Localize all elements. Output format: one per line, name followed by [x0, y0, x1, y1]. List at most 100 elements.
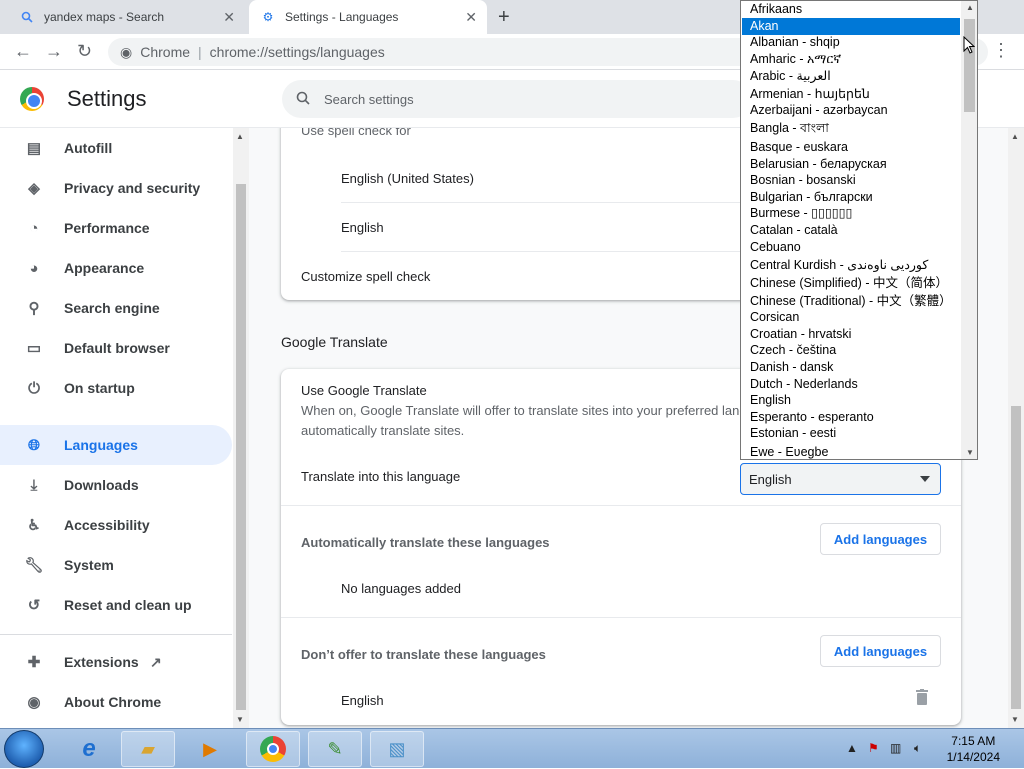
tab-title: Settings - Languages	[285, 10, 399, 24]
chrome-icon: ◉	[120, 43, 133, 60]
sidebar-item-performance[interactable]: ◔ Performance	[0, 208, 232, 248]
scroll-up-icon[interactable]: ▲	[966, 3, 974, 12]
trash-icon[interactable]	[916, 689, 928, 705]
dropdown-option[interactable]: Corsican	[742, 309, 960, 326]
system-tray: ▲ ⚑ ▥ 🔈︎ 7:15 AM 1/14/2024	[840, 729, 1024, 769]
sidebar-item-downloads[interactable]: ⤓ Downloads	[0, 465, 232, 505]
scroll-down-icon[interactable]: ▼	[236, 715, 244, 724]
divider	[341, 202, 741, 203]
dropdown-option[interactable]: Akan	[742, 18, 960, 35]
dropdown-option[interactable]: Central Kurdish - کوردیی ناوەندی	[742, 257, 960, 274]
dropdown-option[interactable]: Esperanto - esperanto	[742, 409, 960, 426]
menu-icon[interactable]: ⋮	[992, 40, 1010, 61]
dropdown-option[interactable]: Chinese (Traditional) - 中文（繁體）	[742, 293, 960, 310]
sidebar-item-privacy[interactable]: ◈ Privacy and security	[0, 168, 232, 208]
search-icon: ⚲	[28, 300, 40, 317]
sidebar-item-label: Accessibility	[64, 517, 150, 533]
scrollbar-thumb[interactable]	[236, 184, 246, 710]
dropdown-option[interactable]: Danish - dansk	[742, 359, 960, 376]
add-languages-button[interactable]: Add languages	[820, 635, 941, 667]
action-center-icon[interactable]: ⚑	[868, 741, 879, 755]
dropdown-option[interactable]: Bulgarian - български	[742, 189, 960, 206]
page-title: Settings	[67, 86, 147, 111]
dropdown-option[interactable]: English	[742, 392, 960, 409]
dropdown-option[interactable]: Basque - euskara	[742, 139, 960, 156]
sidebar-item-label: Performance	[64, 220, 150, 236]
customize-spellcheck-link[interactable]: Customize spell check	[301, 269, 430, 284]
sidebar-item-autofill[interactable]: ▤ Autofill	[0, 128, 232, 168]
new-tab-button[interactable]: +	[498, 6, 510, 29]
scroll-up-icon[interactable]: ▲	[236, 132, 244, 141]
sidebar-item-reset[interactable]: ↺ Reset and clean up	[0, 585, 232, 625]
gear-icon: ⚙	[262, 10, 274, 24]
dont-offer-label: Don’t offer to translate these languages	[301, 647, 546, 662]
sidebar-item-label: Search engine	[64, 300, 160, 316]
dropdown-option[interactable]: Bangla - বাংলা	[742, 120, 960, 137]
scroll-down-icon[interactable]: ▼	[1011, 715, 1019, 724]
dropdown-option[interactable]: Catalan - català	[742, 222, 960, 239]
dropdown-option[interactable]: Belarusian - беларуская	[742, 156, 960, 173]
spellcheck-language: English (United States)	[341, 171, 474, 186]
sidebar-divider	[0, 634, 232, 635]
sidebar-item-appearance[interactable]: ◕ Appearance	[0, 248, 232, 288]
clock[interactable]: 7:15 AM 1/14/2024	[947, 733, 1000, 765]
dropdown-option[interactable]: Estonian - eesti	[742, 425, 960, 442]
sidebar-item-default-browser[interactable]: ▭ Default browser	[0, 328, 232, 368]
media-player-icon[interactable]: ▶	[183, 731, 237, 767]
dropdown-option[interactable]: Chinese (Simplified) - 中文（简体）	[742, 275, 960, 292]
sidebar-item-languages[interactable]: 🌐︎ Languages	[0, 425, 232, 465]
dropdown-option[interactable]: Albanian - shqip	[742, 34, 960, 51]
scroll-up-icon[interactable]: ▲	[1011, 132, 1019, 141]
sidebar-item-accessibility[interactable]: ♿︎ Accessibility	[0, 505, 232, 545]
dropdown-option[interactable]: Bosnian - bosanski	[742, 172, 960, 189]
sidebar-item-on-startup[interactable]: ⏻ On startup	[0, 368, 232, 408]
dropdown-option[interactable]: Cebuano	[742, 239, 960, 256]
dropdown-option[interactable]: Amharic - አማርኛ	[742, 51, 960, 68]
close-icon[interactable]: ✕	[465, 9, 477, 26]
add-languages-button[interactable]: Add languages	[820, 523, 941, 555]
windows-taskbar: e ▰ ▶ ✎ ▧ ▲ ⚑ ▥ 🔈︎ 7:15 AM 1/14/2024	[0, 728, 1024, 768]
tab-yandex-search[interactable]: yandex maps - Search ✕	[8, 0, 245, 34]
sidebar-item-about-chrome[interactable]: ◉ About Chrome	[0, 682, 232, 722]
back-icon[interactable]: ←	[14, 41, 32, 62]
dropdown-scrollbar[interactable]: ▲ ▼	[961, 1, 977, 459]
tab-settings-languages[interactable]: ⚙ Settings - Languages ✕	[249, 0, 487, 34]
dropdown-option[interactable]: Azerbaijani - azərbaycan	[742, 102, 960, 119]
reload-icon[interactable]: ↻	[77, 41, 92, 62]
main-scrollbar[interactable]: ▲ ▼	[1008, 128, 1024, 728]
clock-date: 1/14/2024	[946, 750, 1000, 764]
start-button[interactable]	[4, 730, 44, 768]
sidebar-item-extensions[interactable]: ✚ Extensions ↗	[0, 642, 232, 682]
dont-offer-language: English	[341, 693, 384, 708]
dropdown-option[interactable]: Ewe - Eʋegbe	[742, 444, 960, 459]
forward-icon[interactable]: →	[45, 41, 63, 62]
sidebar-item-search-engine[interactable]: ⚲ Search engine	[0, 288, 232, 328]
browser-icon: ▭	[26, 340, 42, 357]
sidebar-scrollbar[interactable]: ▲ ▼	[233, 128, 249, 728]
language-dropdown-list[interactable]: Afrikaans Akan Albanian - shqip Amharic - አ…	[740, 0, 978, 460]
dropdown-option[interactable]: Armenian - հայերեն	[742, 86, 960, 103]
close-icon[interactable]: ✕	[223, 9, 235, 26]
scrollbar-thumb[interactable]	[1011, 406, 1021, 709]
sidebar-item-system[interactable]: 🔧︎ System	[0, 545, 232, 585]
translate-language-select[interactable]: English	[740, 463, 941, 495]
dropdown-option[interactable]: Arabic - العربية	[742, 68, 960, 85]
dropdown-option[interactable]: Burmese - ▯▯▯▯▯▯	[742, 205, 960, 222]
dropdown-option[interactable]: Dutch - Nederlands	[742, 376, 960, 393]
scrollbar-thumb[interactable]	[964, 19, 975, 112]
search-settings-input[interactable]: Search settings	[282, 80, 752, 118]
notepad-icon[interactable]: ▧	[370, 731, 424, 767]
dropdown-option[interactable]: Czech - čeština	[742, 342, 960, 359]
chrome-taskbar-icon[interactable]	[246, 731, 300, 767]
dropdown-option[interactable]: Afrikaans	[742, 1, 960, 18]
file-explorer-icon[interactable]: ▰	[121, 731, 175, 767]
accessibility-icon: ♿︎	[27, 517, 41, 534]
internet-explorer-icon[interactable]: e	[62, 731, 116, 767]
volume-muted-icon[interactable]: 🔈︎	[914, 741, 921, 756]
network-icon[interactable]: ▥	[890, 741, 901, 755]
scroll-down-icon[interactable]: ▼	[966, 448, 974, 457]
dropdown-option[interactable]: Croatian - hrvatski	[742, 326, 960, 343]
notepad-plus-icon[interactable]: ✎	[308, 731, 362, 767]
show-hidden-icons-icon[interactable]: ▲	[846, 741, 858, 755]
clipboard-icon: ▤	[26, 140, 42, 157]
